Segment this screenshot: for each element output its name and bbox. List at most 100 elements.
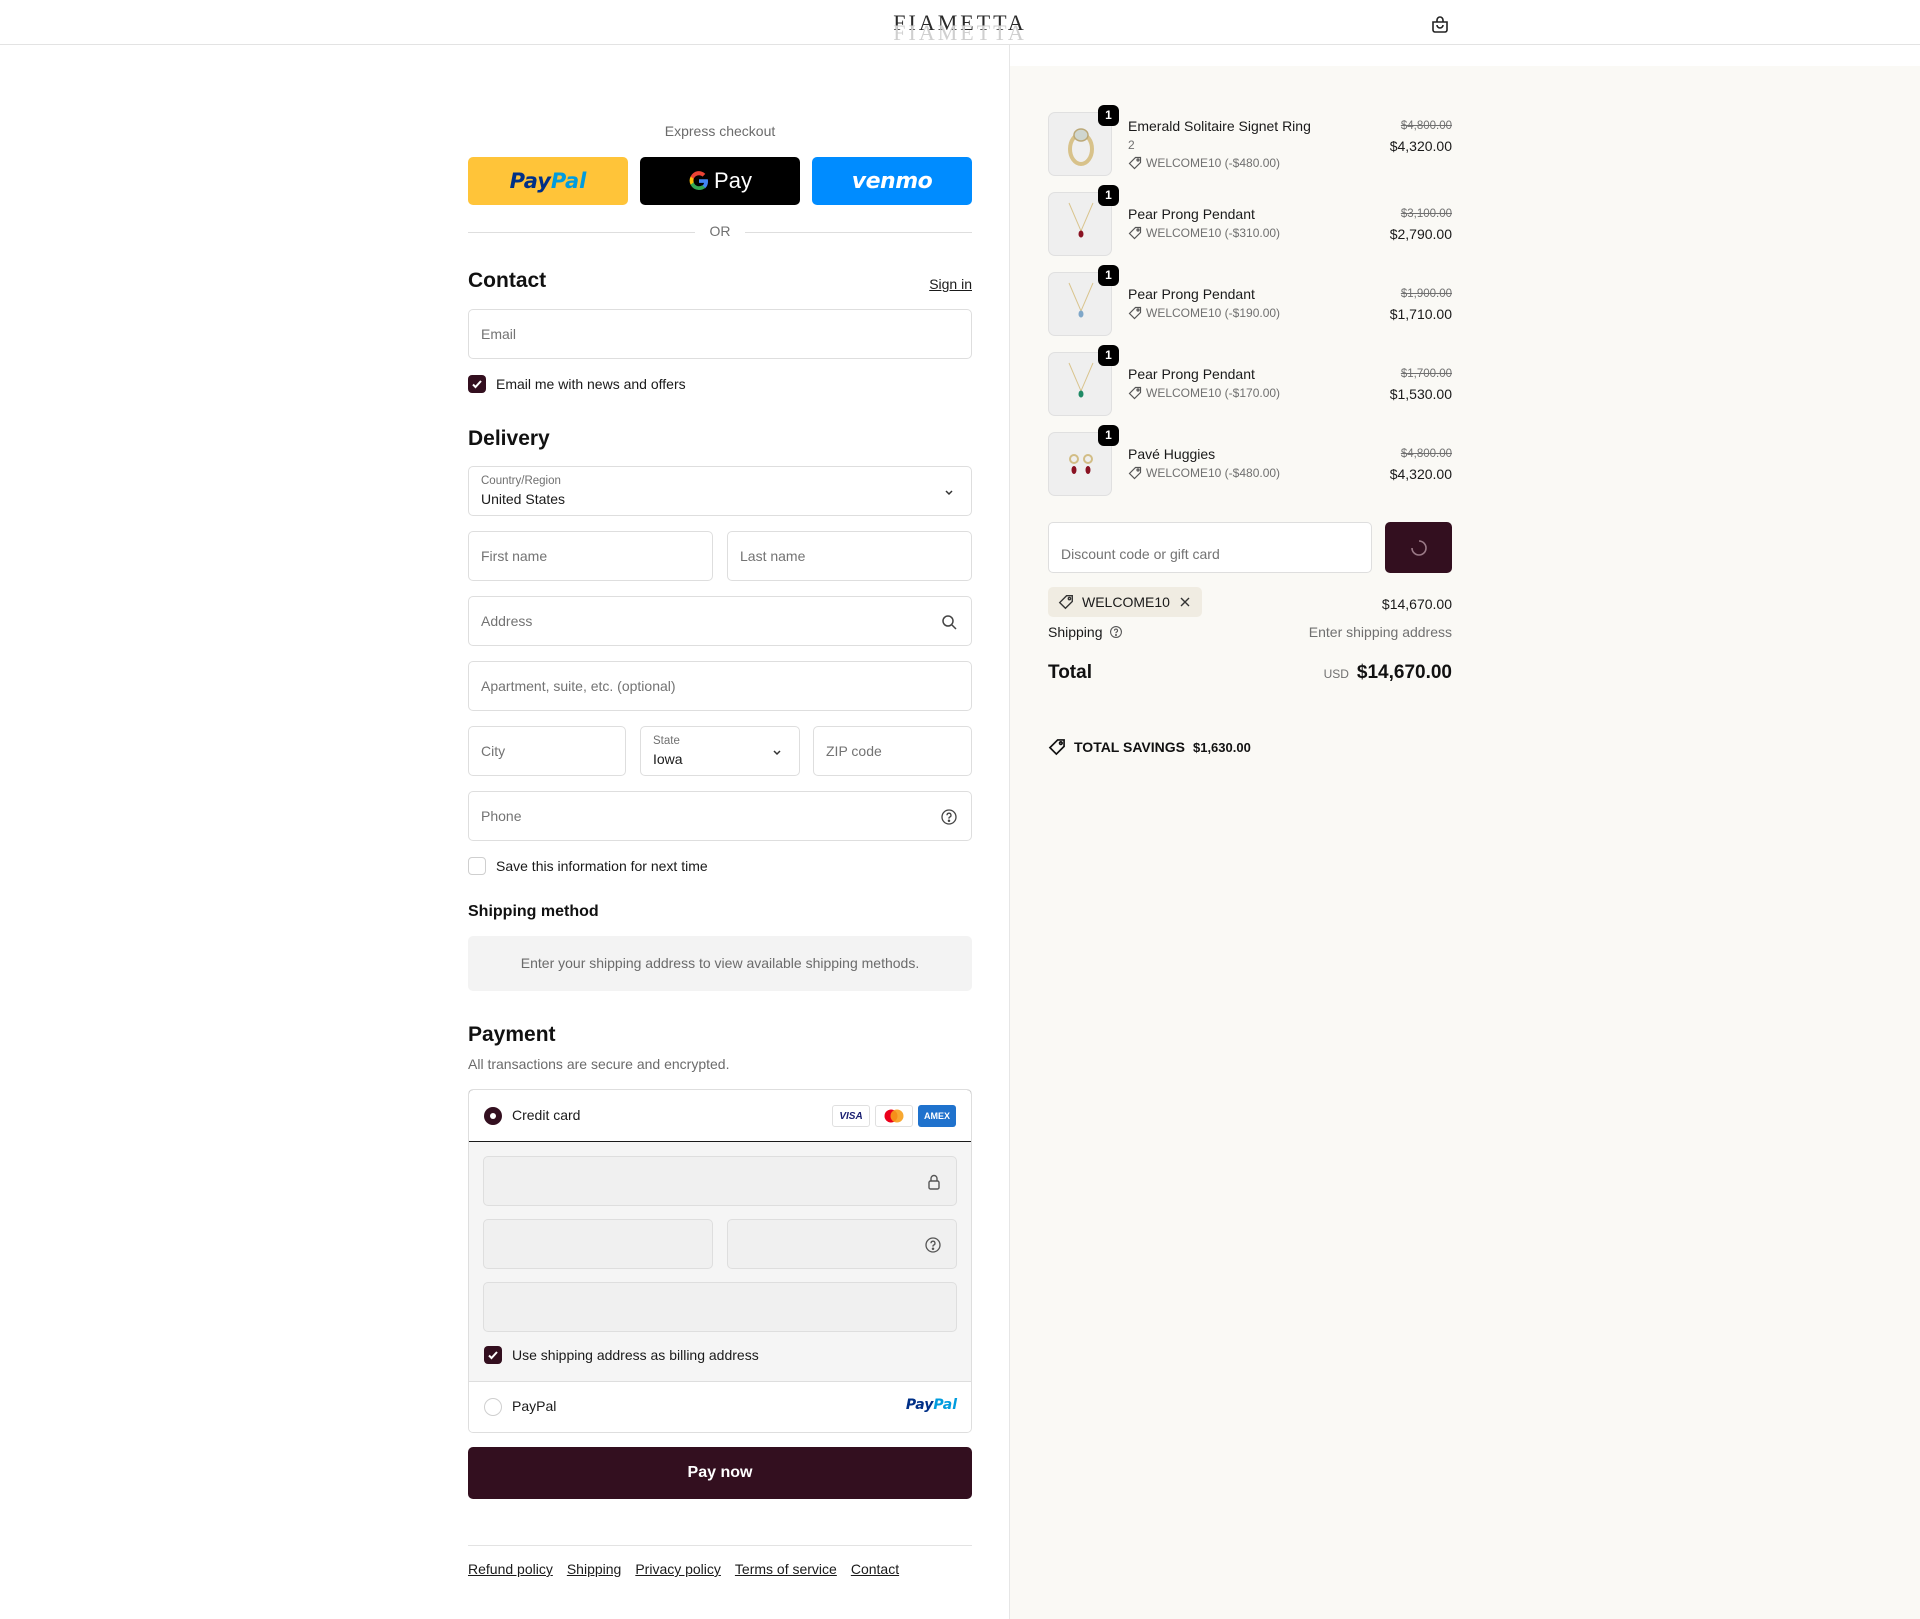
cart-icon[interactable] — [1428, 13, 1452, 37]
save-info-checkbox-row[interactable]: Save this information for next time — [468, 856, 708, 876]
item-name: Pavé Huggies — [1128, 446, 1216, 462]
quantity-badge: 1 — [1098, 185, 1119, 206]
save-info-checkbox[interactable] — [468, 857, 486, 875]
tag-icon — [1128, 156, 1142, 170]
total-amount: $14,670.00 — [1356, 662, 1452, 683]
quantity-badge: 1 — [1098, 425, 1119, 446]
item-price: $4,320.00 — [1389, 138, 1452, 154]
visa-icon: VISA — [832, 1105, 870, 1127]
mastercard-icon — [875, 1105, 913, 1127]
currency-code: USD — [1323, 667, 1349, 681]
name-on-card-field[interactable] — [483, 1282, 957, 1332]
tag-icon — [1128, 226, 1142, 240]
credit-card-option[interactable]: Credit card VISA AMEX — [469, 1090, 971, 1142]
tag-icon — [1128, 386, 1142, 400]
news-offers-checkbox-row[interactable]: Email me with news and offers — [468, 374, 686, 394]
quantity-badge: 1 — [1098, 265, 1119, 286]
chevron-down-icon — [768, 743, 786, 761]
lock-icon — [926, 1173, 942, 1196]
shipping-link[interactable]: Shipping — [567, 1561, 622, 1577]
shipping-method-notice: Enter your shipping address to view avai… — [468, 936, 972, 991]
item-name: Pear Prong Pendant — [1128, 366, 1255, 382]
help-circle-icon[interactable] — [940, 808, 958, 826]
line-item: 1 Pavé Huggies WELCOME10 (-$480.00) $4,8… — [1048, 425, 1452, 496]
line-item: 1 Pear Prong Pendant WELCOME10 (-$310.00… — [1048, 185, 1452, 256]
billing-address-checkbox-row[interactable]: Use shipping address as billing address — [484, 1345, 759, 1365]
expiry-field[interactable] — [483, 1219, 713, 1269]
total-savings: TOTAL SAVINGS $1,630.00 — [1048, 738, 1251, 756]
zip-code-field[interactable]: ZIP code — [813, 726, 972, 776]
item-discount: WELCOME10 (-$170.00) — [1128, 386, 1280, 400]
tag-icon — [1048, 739, 1065, 756]
card-number-field[interactable] — [483, 1156, 957, 1206]
apartment-field[interactable]: Apartment, suite, etc. (optional) — [468, 661, 972, 711]
payment-heading: Payment — [468, 1023, 556, 1046]
address-field[interactable]: Address — [468, 596, 972, 646]
help-circle-icon[interactable] — [924, 1236, 942, 1259]
or-divider: OR — [468, 223, 972, 241]
paypal-express-button[interactable]: PayPal — [468, 157, 628, 205]
quantity-badge: 1 — [1098, 345, 1119, 366]
refund-policy-link[interactable]: Refund policy — [468, 1561, 553, 1577]
total-label: Total — [1048, 662, 1092, 683]
total-value: USD $14,670.00 — [1324, 662, 1452, 684]
item-price: $1,530.00 — [1389, 386, 1452, 402]
original-price: $3,100.00 — [1400, 208, 1452, 220]
item-discount: WELCOME10 (-$190.00) — [1128, 306, 1280, 320]
city-field[interactable]: City — [468, 726, 626, 776]
quantity-badge: 1 — [1098, 105, 1119, 126]
paypal-option[interactable]: PayPal PayPal — [469, 1382, 971, 1432]
security-code-field[interactable] — [727, 1219, 957, 1269]
terms-of-service-link[interactable]: Terms of service — [735, 1561, 837, 1577]
last-name-field[interactable]: Last name — [727, 531, 972, 581]
item-name: Pear Prong Pendant — [1128, 206, 1255, 222]
tag-icon — [1058, 595, 1073, 610]
original-price: $4,800.00 — [1400, 448, 1452, 460]
close-icon[interactable] — [1178, 595, 1192, 609]
paypal-logo-icon: PayPal — [905, 1397, 957, 1413]
contact-link[interactable]: Contact — [851, 1561, 899, 1577]
google-pay-button[interactable]: Pay — [640, 157, 800, 205]
state-select[interactable]: State Iowa — [640, 726, 800, 776]
item-variant: 2 — [1128, 138, 1135, 152]
payment-methods: Credit card VISA AMEX Use shipping addre… — [468, 1089, 972, 1433]
help-circle-icon[interactable] — [1109, 625, 1123, 639]
item-name: Pear Prong Pendant — [1128, 286, 1255, 302]
header: FIAMETTA FIAMETTA — [0, 0, 1920, 45]
contact-heading: Contact — [468, 269, 547, 292]
first-name-field[interactable]: First name — [468, 531, 713, 581]
discount-code-field[interactable]: Discount code or gift card — [1048, 522, 1372, 573]
sign-in-link[interactable]: Sign in — [929, 276, 972, 292]
item-price: $2,790.00 — [1389, 226, 1452, 242]
google-g-icon — [689, 171, 709, 191]
item-price: $1,710.00 — [1389, 306, 1452, 322]
express-checkout-title: Express checkout — [664, 123, 776, 139]
original-price: $1,700.00 — [1400, 368, 1452, 380]
original-price: $4,800.00 — [1400, 120, 1452, 132]
email-field[interactable]: Email — [468, 309, 972, 359]
delivery-heading: Delivery — [468, 427, 550, 450]
shipping-method-heading: Shipping method — [468, 903, 599, 920]
credit-card-radio[interactable] — [484, 1107, 502, 1125]
original-price: $1,900.00 — [1400, 288, 1452, 300]
payment-subtitle: All transactions are secure and encrypte… — [468, 1056, 730, 1072]
item-discount: WELCOME10 (-$480.00) — [1128, 156, 1280, 170]
billing-address-checkbox[interactable] — [484, 1346, 502, 1364]
country-select[interactable]: Country/Region United States — [468, 466, 972, 516]
item-name: Emerald Solitaire Signet Ring — [1128, 118, 1311, 134]
paypal-radio[interactable] — [484, 1398, 502, 1416]
news-offers-checkbox[interactable] — [468, 375, 486, 393]
apply-discount-button[interactable] — [1385, 522, 1452, 573]
line-item: 1 Pear Prong Pendant WELCOME10 (-$190.00… — [1048, 265, 1452, 336]
pay-now-button[interactable]: Pay now — [468, 1447, 972, 1499]
phone-field[interactable]: Phone — [468, 791, 972, 841]
search-icon — [940, 613, 958, 631]
venmo-button[interactable]: venmo — [812, 157, 972, 205]
shipping-label: Shipping — [1048, 624, 1123, 640]
applied-discount-chip: WELCOME10 — [1048, 587, 1202, 617]
line-item: 1 Pear Prong Pendant WELCOME10 (-$170.00… — [1048, 345, 1452, 416]
chevron-down-icon — [940, 483, 958, 501]
privacy-policy-link[interactable]: Privacy policy — [635, 1561, 721, 1577]
brand-logo-reflection: FIAMETTA — [893, 22, 1027, 44]
amex-icon: AMEX — [918, 1105, 956, 1127]
